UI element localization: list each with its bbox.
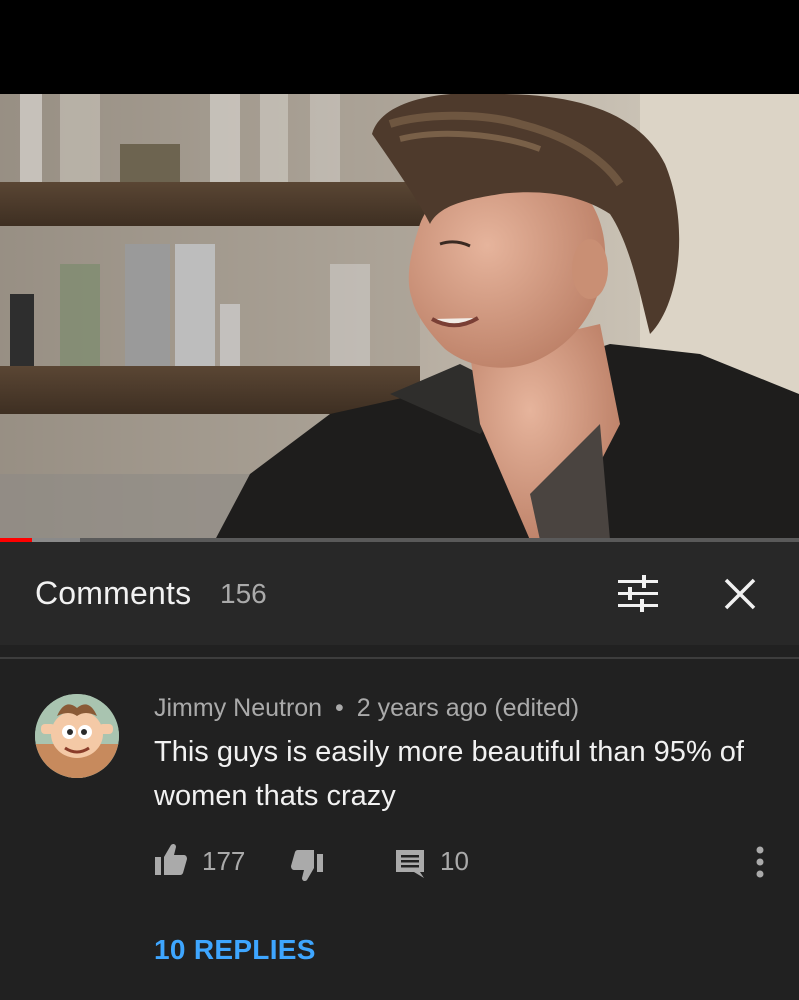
sort-filter-icon [618,575,658,612]
sort-filter-button[interactable] [612,572,662,616]
comments-screen: Comments 156 Jimmy Neutron • 2 years ago… [0,0,799,1000]
meta-separator: • [335,694,344,722]
comments-title: Comments [35,575,192,611]
comment-meta: Jimmy Neutron • 2 years ago (edited) [154,694,579,723]
comment-author[interactable]: Jimmy Neutron [154,694,322,722]
close-button[interactable] [718,572,762,616]
comments-header: Comments 156 [0,542,799,645]
thumbs-down-icon [291,850,323,882]
more-vert-icon [756,846,764,878]
dislike-button[interactable] [290,840,324,884]
comment-text: This guys is easily more beautiful than … [154,736,744,812]
avatar-image [35,694,119,778]
close-icon [724,578,756,610]
like-count: 177 [202,846,246,876]
status-bar [0,0,799,94]
video-frame [0,94,799,540]
more-options-button[interactable] [750,840,770,884]
reply-count: 10 [440,846,469,876]
header-divider [0,657,799,659]
comment-icon [396,850,424,878]
avatar[interactable] [35,694,119,778]
like-button[interactable] [154,840,188,884]
video-player[interactable] [0,94,799,540]
reply-button[interactable] [394,840,428,884]
thumbs-up-icon [155,843,187,875]
comment-time: 2 years ago (edited) [356,694,580,722]
comments-count: 156 [220,578,267,609]
view-replies-link[interactable]: 10 REPLIES [154,934,316,966]
